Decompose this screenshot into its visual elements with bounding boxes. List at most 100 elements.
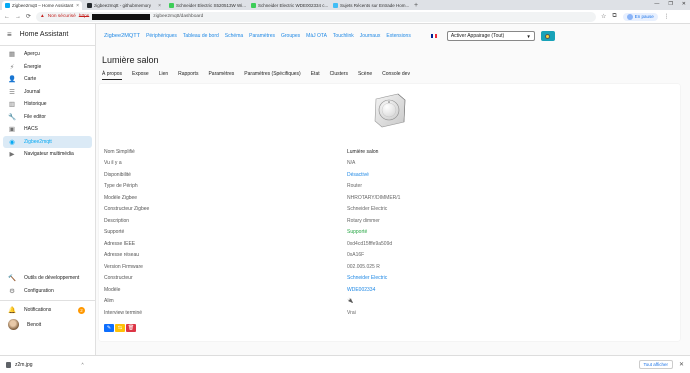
maximize-button[interactable]: ❐ (668, 1, 672, 7)
language-flag-icon[interactable] (430, 34, 437, 38)
permit-join-icon (545, 33, 551, 39)
minimize-button[interactable]: — (654, 1, 659, 7)
sidebar-item-historique[interactable]: ▥ Historique (0, 98, 95, 111)
property-key: Type de Périph (104, 183, 138, 190)
sidebar-item-user[interactable]: Benoit (0, 317, 95, 333)
sidebar-item-journal[interactable]: ☰ Journal (0, 86, 95, 99)
nav-link-tableau-de-bord[interactable]: Tableau de bord (183, 33, 219, 39)
historique-icon: ▥ (8, 101, 16, 109)
browser-tab[interactable]: zigbee2mqtt - githubmemory × (84, 1, 164, 10)
menu-icon[interactable]: ⋮ (664, 13, 670, 20)
property-key: Adresse IEEE (104, 240, 136, 247)
browser-tab[interactable]: Zigbee2mqtt – Home Assistant × (2, 1, 82, 10)
tab-a-propos[interactable]: À propos (102, 71, 123, 80)
device-tabs: À propos Expose Lien Rapports Paramètres Para… (102, 71, 410, 80)
download-menu-icon[interactable]: ^ (82, 362, 84, 367)
download-item[interactable]: z2m.jpg ^ (6, 361, 84, 368)
property-value: 0xA16F (347, 252, 365, 259)
property-key: Supporté (104, 229, 125, 236)
tab-parametres[interactable]: Paramètres (208, 71, 234, 80)
sidebar-item-apercu[interactable]: ▦ Aperçu (0, 48, 95, 61)
bookmark-icon[interactable]: ☆ (601, 13, 606, 20)
tab-parametres-specifiques[interactable]: Paramètres (Spécifiques) (244, 71, 300, 80)
sidebar-item-label: Navigateur multimédia (24, 151, 74, 158)
tab-close-icon[interactable]: × (76, 3, 79, 9)
tab-favicon-icon (333, 3, 338, 8)
sidebar-item-energie[interactable]: ⚡ Énergie (0, 61, 95, 74)
sidebar-item-carte[interactable]: 👤 Carte (0, 73, 95, 86)
hamburger-menu-icon[interactable]: ≡ (7, 30, 12, 39)
extensions-icon[interactable]: ⧉ (612, 13, 616, 20)
reconfigure-button[interactable]: ⇆ (115, 324, 125, 332)
property-key: Constructeur Zigbee (104, 206, 150, 213)
nav-link-groupes[interactable]: Groupes (281, 33, 300, 39)
remove-button[interactable]: 🗑 (126, 324, 136, 332)
sidebar-item-configuration[interactable]: ⚙ Configuration (0, 285, 95, 298)
tab-etat[interactable]: Etat (311, 71, 320, 80)
zigbee2mqtt-icon: ◉ (9, 138, 15, 146)
browser-tab[interactable]: Sujets Récents sur Entrade Hom...× (330, 1, 410, 10)
device-info-card: Nom Simplifié Lumière salon Vu il y a N/A Di… (99, 84, 680, 341)
nav-link-schema[interactable]: Schéma (225, 33, 243, 39)
nav-link-extensions[interactable]: Extensions (386, 33, 410, 39)
sidebar-bottom: 🔨 Outils de développement ⚙ Configuration 🔔… (0, 272, 95, 333)
tab-title: zigbee2mqtt - githubmemory (94, 3, 152, 8)
outils-de-developpement-icon: 🔨 (8, 275, 17, 283)
property-row: Vu il y a N/A (104, 158, 674, 170)
tab-console-dev[interactable]: Console dev (382, 71, 410, 80)
nav-link-touchlink[interactable]: Touchlink (333, 33, 354, 39)
sidebar-item-hacs[interactable]: ▣ HACS (0, 123, 95, 136)
tab-lien[interactable]: Lien (159, 71, 168, 80)
sidebar-item-label: Aperçu (24, 51, 40, 58)
reload-icon[interactable]: ⟳ (26, 13, 31, 20)
sidebar-item-notifications[interactable]: 🔔 Notifications 2 (0, 304, 95, 317)
nav-link-peripheriques[interactable]: Périphériques (146, 33, 177, 39)
chevron-down-icon: ▼ (526, 33, 531, 39)
close-downloads-bar-icon[interactable]: ✕ (679, 361, 684, 368)
tab-title: Zigbee2mqtt – Home Assistant (12, 3, 74, 8)
sidebar-item-label: Configuration (24, 287, 54, 294)
close-window-button[interactable]: ✕ (682, 1, 686, 7)
new-tab-button[interactable]: + (414, 1, 418, 10)
property-value[interactable]: Désactivé (347, 172, 369, 178)
nav-link-parametres[interactable]: Paramètres (249, 33, 275, 39)
hacs-icon: ▣ (8, 126, 16, 134)
energie-icon: ⚡ (9, 63, 15, 71)
property-value: NHROTARY/DIMMER/1 (347, 194, 401, 201)
property-key: Alim (104, 298, 114, 305)
flag-band-red (434, 34, 437, 38)
tab-rapports[interactable]: Rapports (178, 71, 198, 80)
profile-paused-button[interactable]: En pause (622, 12, 658, 21)
property-row: Constructeur Schneider Electric (104, 273, 674, 285)
sidebar-item-zigbee2mqtt[interactable]: ◉ Zigbee2mqtt (3, 135, 92, 148)
property-value: Supporté (347, 229, 368, 236)
z2m-brand-link[interactable]: Zigbee2MQTT (104, 33, 140, 39)
address-bar[interactable]: ▲ Non sécurisé https zigbee2mqtt/dashboa… (36, 11, 597, 22)
property-row: Constructeur Zigbee Schneider Electric (104, 204, 674, 216)
sidebar-item-file-editor[interactable]: 🔧 File editor (0, 111, 95, 124)
browser-tab[interactable]: Schneider Electric S520513W Wi...× (166, 1, 246, 10)
back-icon[interactable]: ← (4, 14, 10, 20)
show-all-downloads-button[interactable]: Tout afficher (638, 360, 673, 369)
tab-close-icon[interactable]: × (158, 3, 161, 9)
nav-link-maj-ota[interactable]: MàJ OTA (306, 33, 327, 39)
carte-icon: 👤 (8, 76, 17, 84)
sidebar-item-navigateur-multimedia[interactable]: ▶ Navigateur multimédia (0, 148, 95, 161)
permit-join-button[interactable] (540, 31, 555, 41)
user-avatar (8, 319, 19, 330)
sidebar-item-outils-de-developpement[interactable]: 🔨 Outils de développement (0, 272, 95, 285)
browser-tab[interactable]: Schneider Electric WDE002334 c...× (248, 1, 328, 10)
nav-link-journaux[interactable]: Journaux (360, 33, 381, 39)
rename-button[interactable]: ✎ (104, 324, 114, 332)
property-value[interactable]: Schneider Electric (347, 275, 387, 281)
sidebar-item-label: Historique (24, 101, 47, 108)
forward-icon[interactable]: → (15, 14, 21, 20)
permit-join-select[interactable]: Activer Appairage (Tout) ▼ (446, 31, 535, 41)
property-value[interactable]: WDE002334 (347, 287, 375, 293)
tab-scene[interactable]: Scène (358, 71, 372, 80)
not-secure-label[interactable]: Non sécurisé (48, 14, 76, 19)
tab-clusters[interactable]: Clusters (330, 71, 348, 80)
profile-avatar (626, 13, 633, 20)
tab-expose[interactable]: Expose (132, 71, 149, 80)
device-properties: Nom Simplifié Lumière salon Vu il y a N/A Di… (104, 146, 674, 319)
